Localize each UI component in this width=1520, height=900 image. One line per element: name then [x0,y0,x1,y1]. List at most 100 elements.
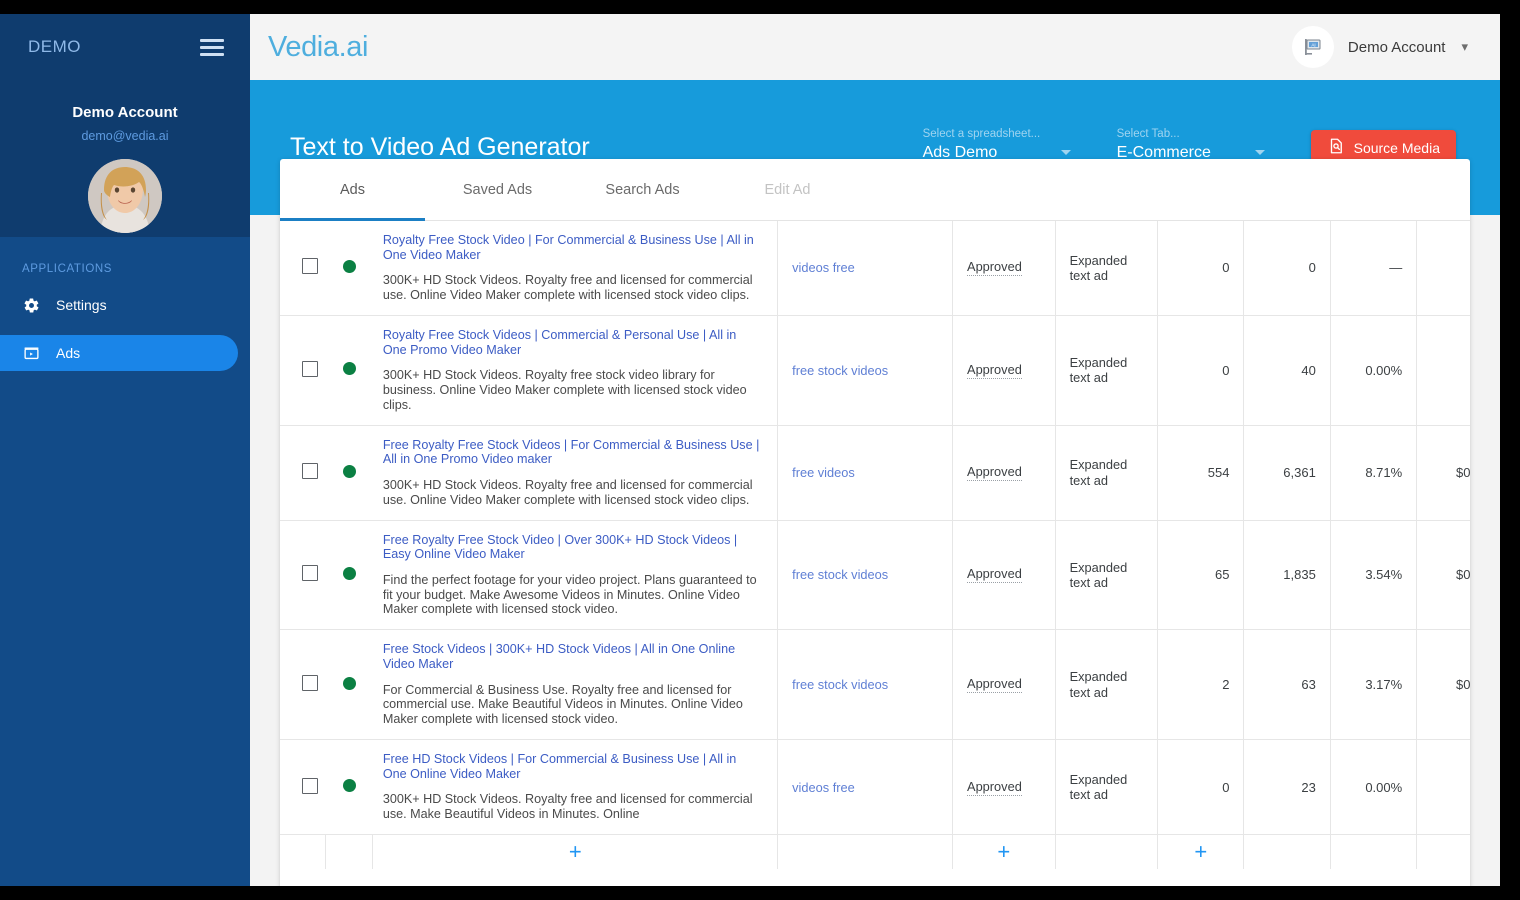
hamburger-icon[interactable] [200,35,224,60]
row-status-dot-cell [325,425,373,521]
tab-label: Search Ads [605,181,680,198]
ad-type-label: Expanded text ad [1069,354,1128,386]
keyword-link[interactable]: free stock videos [792,677,888,692]
ad-cell: Royalty Free Stock Videos | Commercial &… [372,315,779,426]
status-badge: Approved [967,566,1022,584]
impressions-cell: 63 [1243,629,1331,741]
add-ad-button[interactable]: + [569,839,582,864]
row-checkbox[interactable] [301,258,318,275]
keyword-link[interactable]: free stock videos [792,363,888,378]
add-spacer [325,834,374,869]
status-cell: Approved [952,629,1056,741]
table-row[interactable]: Free Royalty Free Stock Video | Over 300… [280,520,1470,631]
avatar [88,159,162,233]
add-status-cell[interactable]: + [952,834,1056,869]
sidebar-item-settings[interactable]: Settings [0,287,238,323]
content-area: Ads Saved Ads Search Ads Edit Ad Royalty… [250,159,1500,886]
add-spacer [1055,834,1159,869]
tab-saved-ads[interactable]: Saved Ads [425,159,570,220]
sidebar-account-block: Demo Account demo@vedia.ai [0,80,250,233]
row-status-dot-cell [325,315,373,426]
impressions-cell: 1,835 [1243,520,1331,631]
topbar-account-menu[interactable]: AI Demo Account ▾ [1291,26,1468,68]
keyword-link[interactable]: free stock videos [792,567,888,582]
ad-cell: Free Royalty Free Stock Video | Over 300… [372,520,779,631]
ad-headline[interactable]: Free Royalty Free Stock Videos | For Com… [383,438,761,467]
sidebar-item-label: Ads [56,345,81,361]
impressions-cell: 6,361 [1243,425,1331,521]
keyword-cell: free stock videos [777,520,954,631]
add-status-button[interactable]: + [997,839,1010,864]
app-logo[interactable]: Vedia.ai [268,31,368,64]
ad-type-label: Expanded text ad [1069,771,1128,803]
add-spacer [1243,834,1331,869]
ad-cell: Free HD Stock Videos | For Commercial & … [372,739,779,836]
ctr-cell: 3.17% [1330,629,1418,741]
row-checkbox-cell [280,520,326,631]
ad-description: For Commercial & Business Use. Royalty f… [382,682,743,727]
ctr-cell: 0.00% [1330,739,1418,836]
ad-description: 300K+ HD Stock Videos. Royalty free stoc… [382,368,747,412]
avg-cpc-cell: $0.61 [1416,425,1470,521]
add-spacer [1416,834,1470,869]
sidebar-account-name: Demo Account [72,104,178,121]
row-status-dot-cell [325,739,373,836]
table-row[interactable]: Free Royalty Free Stock Videos | For Com… [280,425,1470,521]
row-checkbox[interactable] [301,675,318,692]
row-status-dot-cell [325,221,373,316]
sidebar-item-label: Settings [56,297,107,313]
add-row[interactable]: + + + [280,834,1470,869]
table-row[interactable]: Royalty Free Stock Video | For Commercia… [280,221,1470,316]
tab-label: Ads [340,181,365,198]
keyword-cell: free stock videos [777,629,954,741]
sidebar-account-email[interactable]: demo@vedia.ai [0,129,250,143]
tab-ads[interactable]: Ads [280,159,425,221]
row-status-dot-cell [325,629,373,741]
ad-type-label: Expanded text ad [1069,457,1128,488]
ad-headline[interactable]: Free Royalty Free Stock Video | Over 300… [383,533,761,562]
keyword-link[interactable]: free videos [792,465,855,480]
ad-headline[interactable]: Royalty Free Stock Videos | Commercial &… [383,328,761,357]
impressions-cell: 0 [1243,221,1331,316]
table-row[interactable]: Free Stock Videos | 300K+ HD Stock Video… [280,629,1470,741]
clicks-cell: 65 [1157,520,1245,631]
chevron-down-icon[interactable] [1060,150,1071,155]
row-checkbox[interactable] [301,463,318,480]
ad-type-cell: Expanded text ad [1055,221,1159,316]
ads-table-scroll[interactable]: Royalty Free Stock Video | For Commercia… [280,221,1470,886]
ctr-cell: — [1330,221,1418,316]
tab-edit-ad[interactable]: Edit Ad [715,159,860,220]
add-ad-cell[interactable]: + [372,834,779,869]
row-checkbox[interactable] [301,565,318,582]
keyword-cell: free videos [777,425,954,521]
keyword-link[interactable]: videos free [792,260,855,275]
table-row[interactable]: Royalty Free Stock Videos | Commercial &… [280,315,1470,426]
status-cell: Approved [952,221,1056,316]
ads-card: Ads Saved Ads Search Ads Edit Ad Royalty… [280,159,1470,886]
sidebar: DEMO Demo Account demo@vedia.ai APPLICAT… [0,14,250,886]
document-search-icon [1327,137,1345,158]
tab-search-ads[interactable]: Search Ads [570,159,715,220]
keyword-link[interactable]: videos free [792,780,855,795]
ad-description: Find the perfect footage for your video … [382,572,757,617]
row-checkbox[interactable] [301,360,318,377]
top-bar: Vedia.ai AI Demo Account ▾ [250,14,1500,80]
ad-headline[interactable]: Royalty Free Stock Video | For Commercia… [383,233,761,262]
tab-label: Saved Ads [462,181,533,198]
status-dot-icon [342,259,356,273]
sidebar-item-ads[interactable]: Ads [0,335,238,371]
chevron-down-icon[interactable]: ▾ [1461,39,1468,55]
status-badge: Approved [967,464,1022,482]
status-badge: Approved [967,676,1022,694]
add-metric-button[interactable]: + [1194,839,1207,864]
keyword-cell: videos free [777,739,954,836]
ad-type-label: Expanded text ad [1069,669,1128,700]
table-row[interactable]: Free HD Stock Videos | For Commercial & … [280,739,1470,836]
ad-headline[interactable]: Free HD Stock Videos | For Commercial & … [383,752,761,781]
chevron-down-icon[interactable] [1254,150,1265,155]
row-checkbox[interactable] [301,777,318,794]
ad-cell: Free Royalty Free Stock Videos | For Com… [372,425,779,521]
ai-banner-icon: AI [1291,26,1334,68]
add-metric-cell[interactable]: + [1157,834,1245,869]
ad-headline[interactable]: Free Stock Videos | 300K+ HD Stock Video… [383,642,761,671]
